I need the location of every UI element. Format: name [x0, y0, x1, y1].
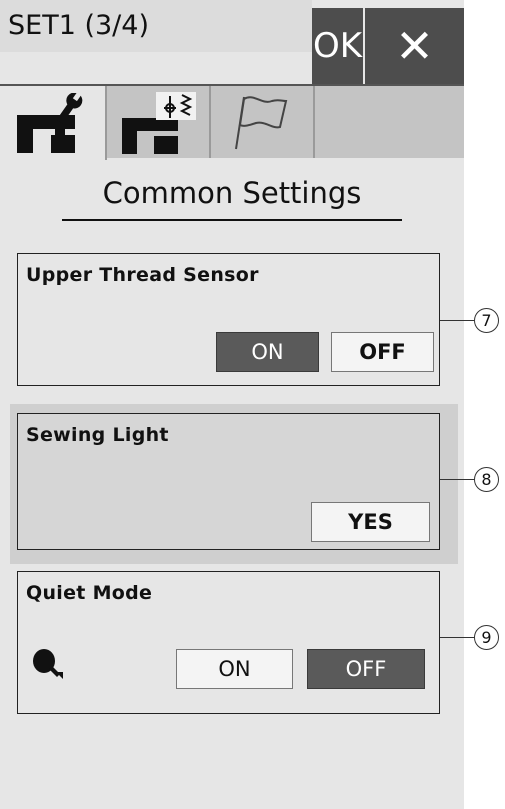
quiet-mode-icon [33, 649, 63, 679]
callout-line-8 [440, 479, 474, 480]
close-icon: ✕ [395, 19, 434, 73]
tab-language[interactable] [211, 86, 315, 158]
tab-machine-settings[interactable] [107, 86, 211, 158]
machine-wrench-icon [16, 93, 82, 153]
upper-thread-on-button[interactable]: ON [216, 332, 319, 372]
tab-empty [315, 86, 464, 158]
page-title: Common Settings [62, 176, 402, 221]
sewing-light-panel: Sewing Light YES [17, 413, 440, 550]
callout-9: 9 [474, 625, 499, 650]
quiet-mode-on-button[interactable]: ON [176, 649, 293, 689]
quiet-mode-off-button[interactable]: OFF [307, 649, 425, 689]
settings-screen: SET1 (3/4) OK ✕ Common Settings Upper Th… [0, 0, 464, 809]
ok-button[interactable]: OK [312, 8, 363, 84]
machine-stitch-icon [122, 92, 196, 154]
quiet-mode-panel: Quiet Mode ON OFF [17, 571, 440, 714]
callout-line-9 [440, 637, 474, 638]
close-button[interactable]: ✕ [365, 8, 464, 84]
upper-thread-off-button[interactable]: OFF [331, 332, 434, 372]
upper-thread-sensor-panel: Upper Thread Sensor ON OFF [17, 253, 440, 386]
screen-title: SET1 (3/4) [0, 0, 312, 52]
tab-common-settings[interactable] [0, 86, 107, 160]
sewing-light-yes-button[interactable]: YES [311, 502, 430, 542]
tab-strip [0, 84, 464, 160]
callout-line-7 [440, 320, 474, 321]
upper-thread-sensor-label: Upper Thread Sensor [26, 264, 259, 286]
flag-icon [235, 96, 288, 150]
callout-7: 7 [474, 308, 499, 333]
quiet-mode-label: Quiet Mode [26, 582, 153, 604]
sewing-light-label: Sewing Light [26, 424, 169, 446]
callout-8: 8 [474, 467, 499, 492]
